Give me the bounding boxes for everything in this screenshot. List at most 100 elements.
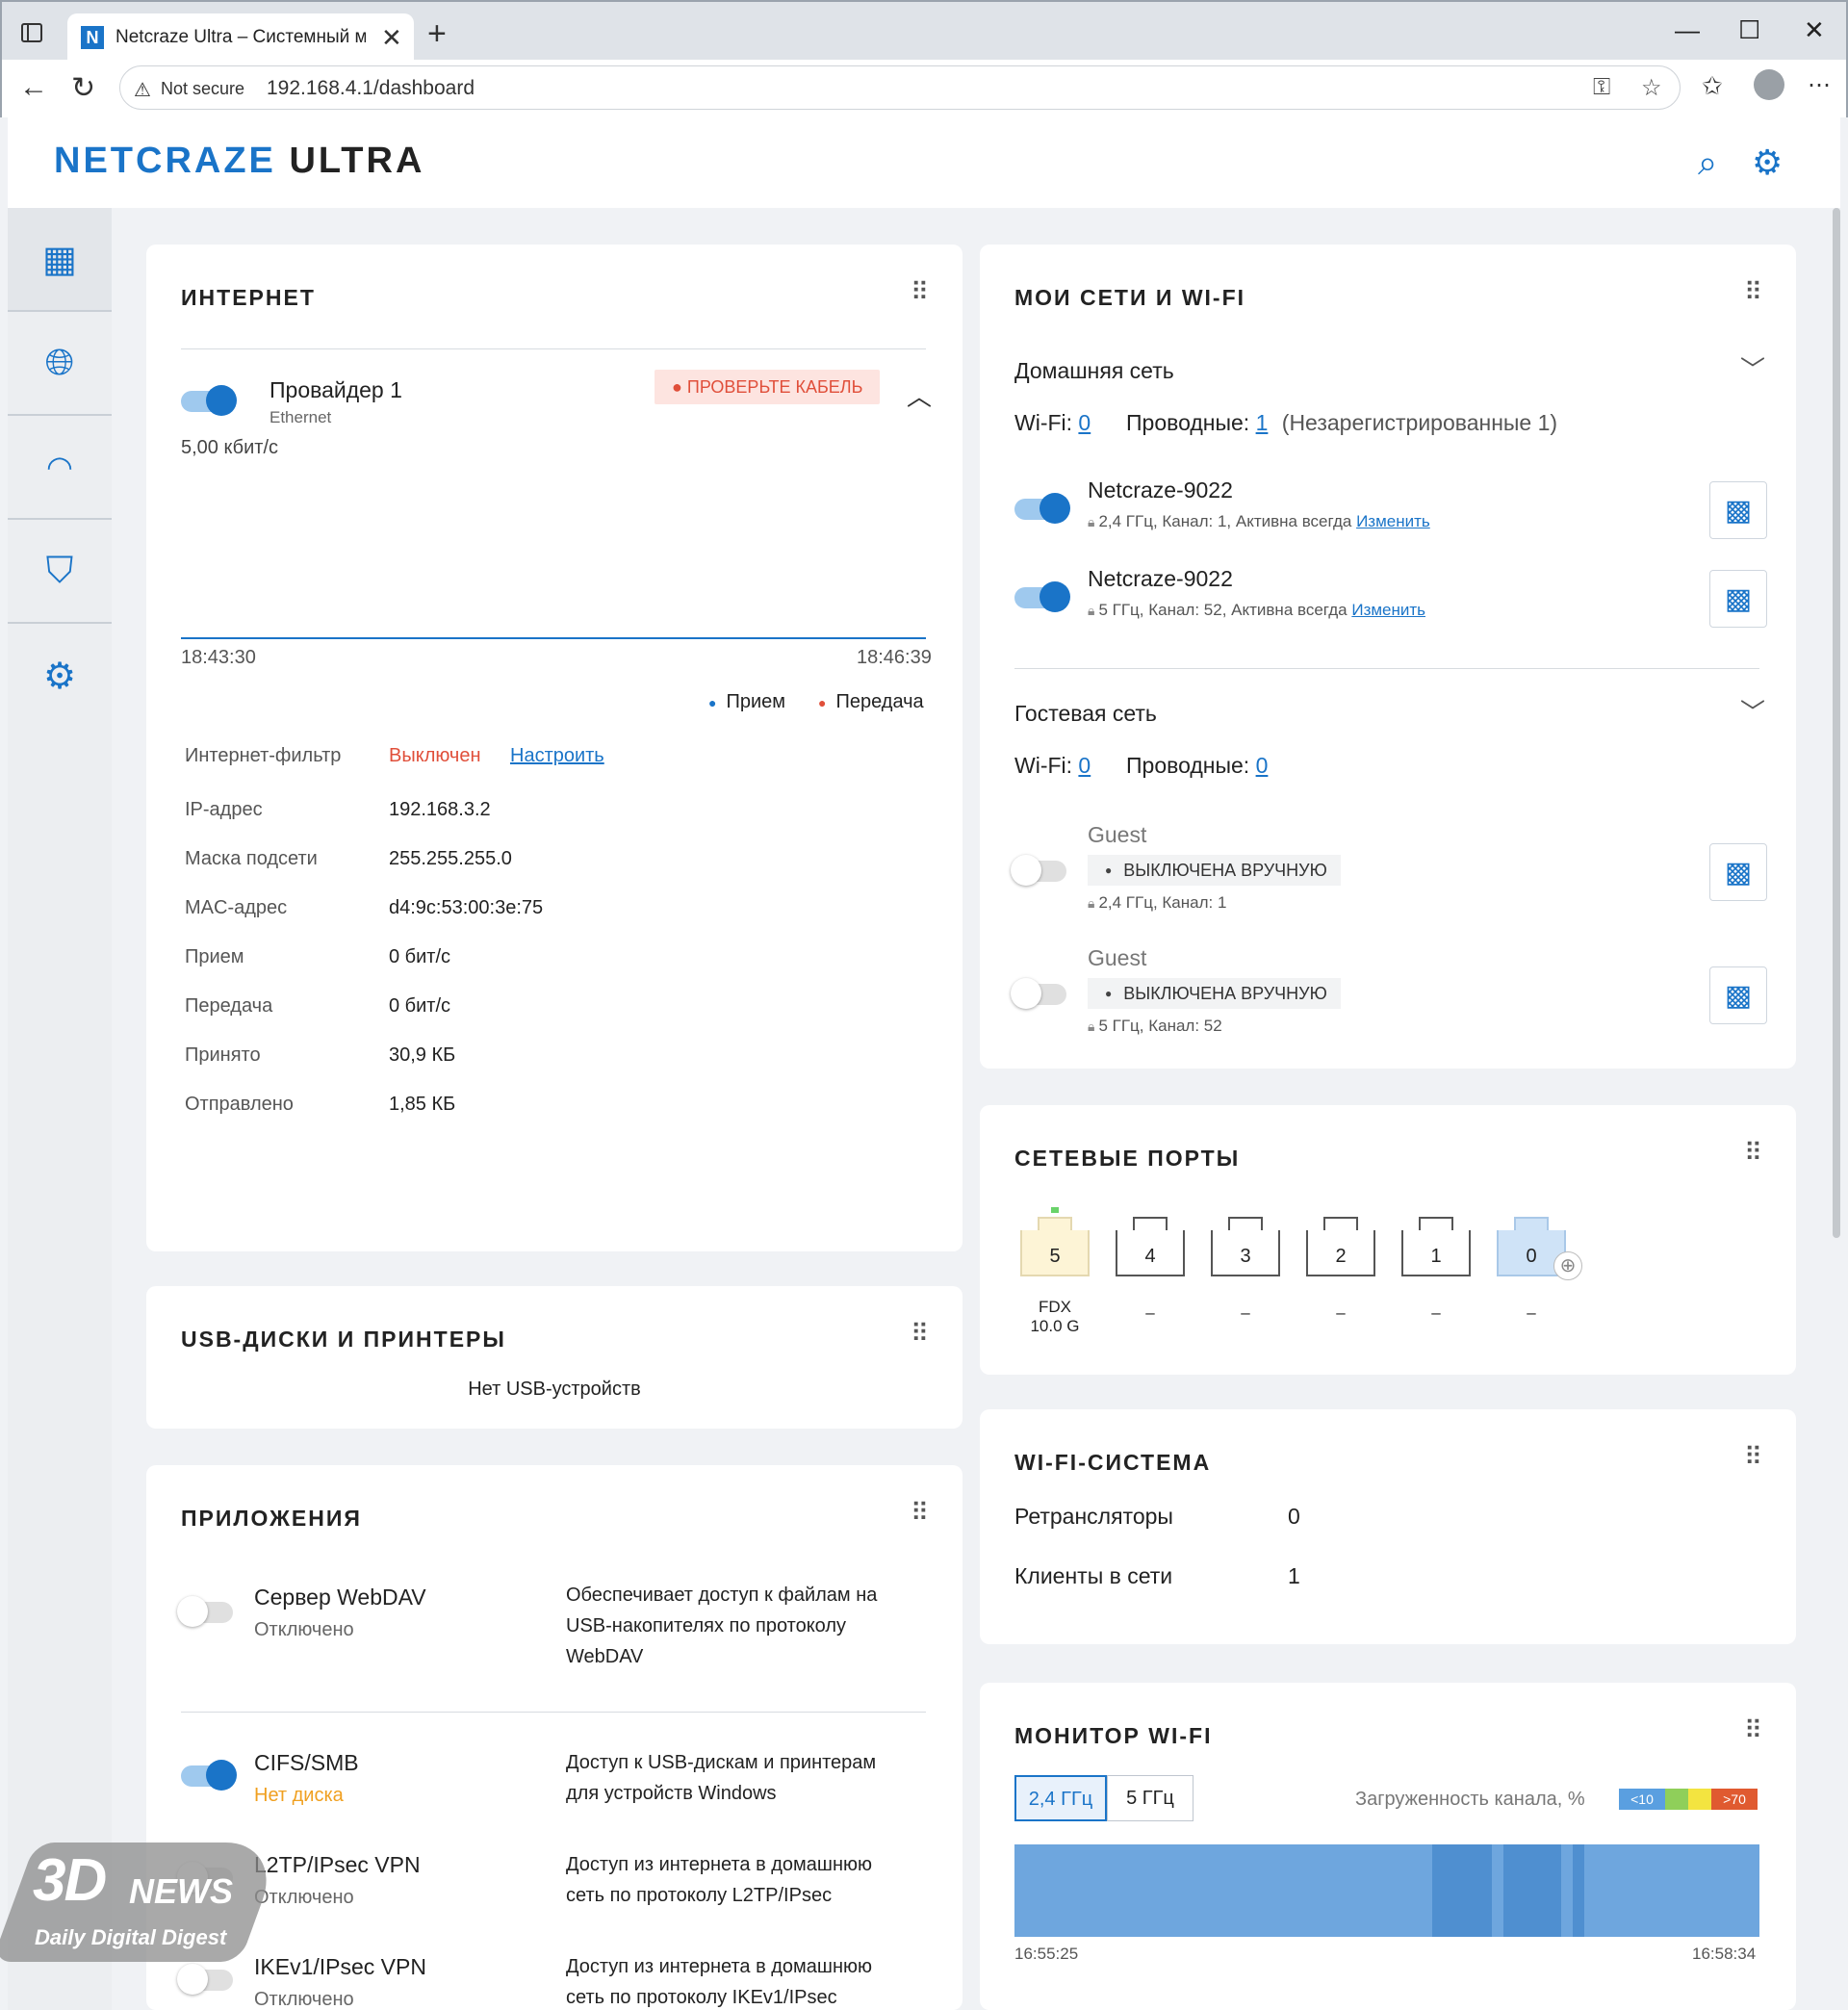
address-bar[interactable]: ⚠ Not secure 192.168.4.1/dashboard ⚿ ☆ xyxy=(119,65,1681,110)
networks-card: МОИ СЕТИ И WI-FI ⠿ Домашняя сеть ﹀ Wi-Fi… xyxy=(980,245,1796,1069)
info-value: 1,85 КБ xyxy=(389,1094,456,1115)
more-menu-icon[interactable]: ⋯ xyxy=(1808,71,1831,99)
reload-icon[interactable]: ↻ xyxy=(71,71,95,105)
qr-code-icon[interactable]: ▩ xyxy=(1709,481,1767,539)
cifs-toggle[interactable] xyxy=(181,1760,237,1791)
port-5[interactable]: 5 xyxy=(1020,1217,1090,1276)
port-label: – xyxy=(1241,1303,1250,1322)
info-label: IP-адрес xyxy=(185,799,263,820)
sidebar: ▦ 🌐︎ ◠ ⛉ ⚙ xyxy=(8,208,112,2010)
port-3[interactable]: 3 xyxy=(1211,1217,1280,1276)
clients-value: 1 xyxy=(1288,1563,1300,1588)
drag-handle-icon[interactable]: ⠿ xyxy=(911,1500,929,1525)
info-label: Передача xyxy=(185,995,273,1017)
ssid-toggle[interactable] xyxy=(1014,581,1070,612)
card-title: WI-FI-СИСТЕМА xyxy=(1014,1450,1212,1475)
browser-tab[interactable]: N Netcraze Ultra – Системный мон ✕ xyxy=(67,13,414,62)
new-tab-icon[interactable]: + xyxy=(427,15,447,53)
favorite-star-icon[interactable]: ☆ xyxy=(1641,74,1662,102)
tab-5ghz[interactable]: 5 ГГц xyxy=(1107,1775,1194,1821)
ikev1-toggle[interactable] xyxy=(177,1964,233,1995)
drag-handle-icon[interactable]: ⠿ xyxy=(1744,1717,1762,1742)
drag-handle-icon[interactable]: ⠿ xyxy=(911,279,929,304)
tab-2-4ghz[interactable]: 2,4 ГГц xyxy=(1014,1775,1107,1821)
home-wifi-count: Wi-Fi: 0 xyxy=(1014,410,1091,435)
tab-close-icon[interactable]: ✕ xyxy=(381,23,402,53)
maximize-icon[interactable]: ☐ xyxy=(1738,15,1760,45)
sidebar-item-security[interactable]: ⛉ xyxy=(8,520,112,624)
card-title: ПРИЛОЖЕНИЯ xyxy=(181,1506,362,1531)
app-description: сеть по протоколу IKEv1/IPsec xyxy=(566,1987,837,2008)
chart-time-end: 18:46:39 xyxy=(857,647,932,668)
info-value: 30,9 КБ xyxy=(389,1044,456,1066)
chevron-up-icon[interactable]: ︿ xyxy=(907,377,932,413)
info-value: 0 бит/с xyxy=(389,995,451,1017)
legend-tx: ● Передача xyxy=(818,691,924,712)
close-window-icon[interactable]: ✕ xyxy=(1804,15,1825,45)
card-title: МОИ СЕТИ И WI-FI xyxy=(1014,285,1246,310)
monitor-time-end: 16:58:34 xyxy=(1692,1945,1757,1963)
filter-configure-link[interactable]: Настроить xyxy=(510,745,604,767)
port-2[interactable]: 2 xyxy=(1306,1217,1375,1276)
ssid-name: Netcraze-9022 xyxy=(1088,477,1233,502)
card-title: USB-ДИСКИ И ПРИНТЕРЫ xyxy=(181,1327,506,1352)
gear-icon: ⚙ xyxy=(42,656,77,697)
chevron-down-icon[interactable]: ﹀ xyxy=(1740,693,1765,729)
netcraze-logo[interactable]: NETCRAZE ULTRA xyxy=(54,141,424,182)
app-description: USB-накопителях по протоколу xyxy=(566,1615,847,1636)
port-4[interactable]: 4 xyxy=(1116,1217,1185,1276)
app-status: Нет диска xyxy=(254,1785,344,1806)
sidebar-item-wifi[interactable]: ◠ xyxy=(8,416,112,520)
key-icon[interactable]: ⚿ xyxy=(1593,74,1610,101)
chevron-down-icon[interactable]: ﹀ xyxy=(1740,350,1765,386)
wan-globe-icon: ⊕ xyxy=(1553,1251,1582,1280)
back-icon[interactable]: ← xyxy=(19,71,48,104)
app-description: сеть по протоколу L2TP/IPsec xyxy=(566,1885,833,1906)
provider-toggle[interactable] xyxy=(181,385,237,416)
ports-card: СЕТЕВЫЕ ПОРТЫ ⠿ 5 4 3 2 1 0 ⊕ FDX 10.0 G… xyxy=(980,1105,1796,1375)
guest-network-title: Гостевая сеть xyxy=(1014,701,1157,726)
sidebar-item-dashboard[interactable]: ▦ xyxy=(8,208,112,312)
profile-avatar[interactable] xyxy=(1754,69,1784,100)
drag-handle-icon[interactable]: ⠿ xyxy=(1744,1140,1762,1165)
sidebar-item-internet[interactable]: 🌐︎ xyxy=(8,312,112,416)
shield-icon: ⛉ xyxy=(45,550,74,591)
port-label: 10.0 G xyxy=(1030,1317,1080,1335)
webdav-toggle[interactable] xyxy=(177,1596,233,1627)
app-description: WebDAV xyxy=(566,1646,644,1667)
favorites-icon[interactable]: ✩ xyxy=(1702,71,1723,101)
card-title: МОНИТОР WI-FI xyxy=(1014,1723,1213,1748)
window-menu-icon[interactable] xyxy=(21,23,42,42)
qr-code-icon[interactable]: ▩ xyxy=(1709,843,1767,901)
channel-load-scale: <10 >70 xyxy=(1619,1789,1758,1810)
usb-card: USB-ДИСКИ И ПРИНТЕРЫ ⠿ Нет USB-устройств xyxy=(146,1286,962,1429)
info-value: 255.255.255.0 xyxy=(389,848,512,869)
page-scrollbar[interactable] xyxy=(1833,208,1840,1238)
sidebar-item-settings[interactable]: ⚙ xyxy=(8,624,112,728)
link-led xyxy=(1051,1207,1059,1213)
tab-title: Netcraze Ultra – Системный мон xyxy=(116,27,366,47)
ssid-info: 🔒︎ 5 ГГц, Канал: 52, Активна всегда Измен… xyxy=(1088,601,1426,619)
drag-handle-icon[interactable]: ⠿ xyxy=(1744,1444,1762,1469)
qr-code-icon[interactable]: ▩ xyxy=(1709,570,1767,628)
port-1[interactable]: 1 xyxy=(1401,1217,1471,1276)
url-text[interactable]: 192.168.4.1/dashboard xyxy=(267,77,475,100)
search-icon[interactable]: ⌕ xyxy=(1698,142,1717,184)
monitor-time-start: 16:55:25 xyxy=(1014,1945,1079,1963)
info-label: Интернет-фильтр xyxy=(185,745,342,766)
qr-code-icon[interactable]: ▩ xyxy=(1709,966,1767,1024)
drag-handle-icon[interactable]: ⠿ xyxy=(911,1321,929,1346)
minimize-icon[interactable]: — xyxy=(1675,15,1700,45)
gear-icon[interactable]: ⚙ xyxy=(1752,142,1783,183)
app-description: Доступ из интернета в домашнюю xyxy=(566,1854,873,1875)
provider-type: Ethernet xyxy=(270,408,332,426)
status-badge: ВЫКЛЮЧЕНА ВРУЧНУЮ xyxy=(1088,855,1341,886)
app-status: Отключено xyxy=(254,1887,354,1908)
guest-ssid-toggle[interactable] xyxy=(1011,855,1066,886)
guest-ssid-toggle[interactable] xyxy=(1011,978,1066,1009)
info-label: Прием xyxy=(185,946,244,967)
drag-handle-icon[interactable]: ⠿ xyxy=(1744,279,1762,304)
ssid-toggle[interactable] xyxy=(1014,493,1070,524)
app-name: L2TP/IPsec VPN xyxy=(254,1852,421,1877)
port-label: – xyxy=(1336,1303,1346,1322)
